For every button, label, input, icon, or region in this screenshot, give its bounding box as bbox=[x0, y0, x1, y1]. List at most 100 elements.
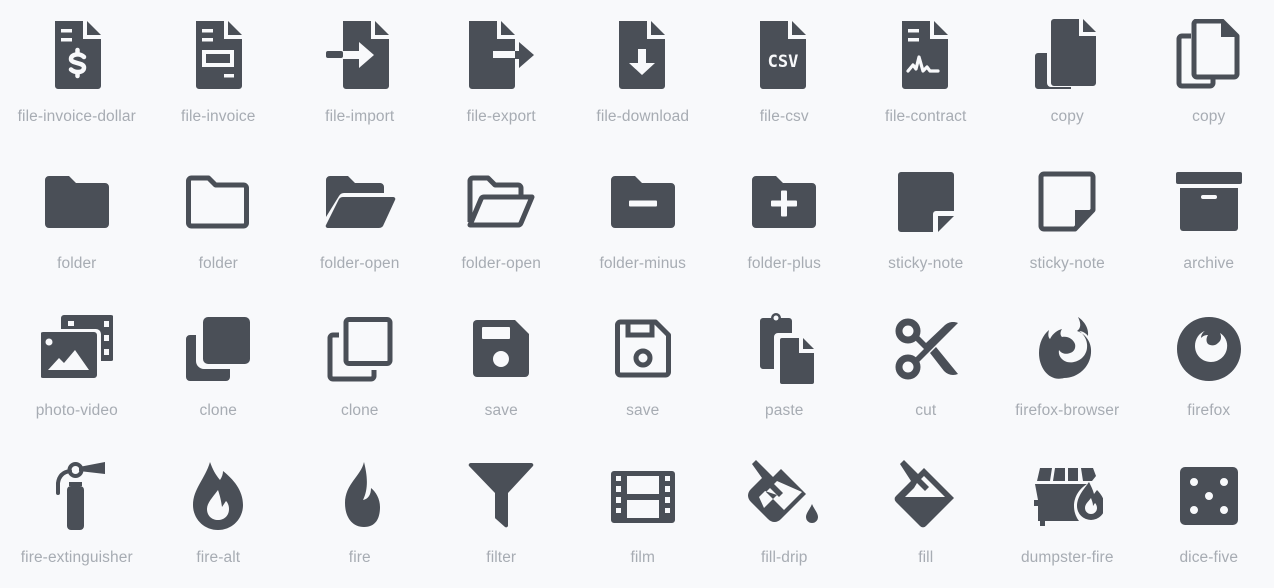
file-contract-icon bbox=[890, 19, 962, 91]
icon-label: save bbox=[484, 402, 518, 419]
icon-tile-file-csv[interactable]: CSV file-csv bbox=[714, 0, 856, 147]
icon-label: folder-open bbox=[319, 255, 400, 272]
icon-tile-fire[interactable]: fire bbox=[289, 441, 431, 588]
icon-tile-dice-five[interactable]: dice-five bbox=[1138, 441, 1274, 588]
folder-open-solid-icon bbox=[324, 166, 396, 238]
icon-tile-fill[interactable]: fill bbox=[855, 441, 997, 588]
icon-tile-firefox-browser[interactable]: firefox-browser bbox=[997, 294, 1139, 441]
icon-tile-folder-solid[interactable]: folder bbox=[6, 147, 148, 294]
icon-tile-file-invoice-dollar[interactable]: file-invoice-dollar bbox=[6, 0, 148, 147]
icon-label: fill bbox=[918, 549, 934, 566]
icon-tile-fill-drip[interactable]: fill-drip bbox=[714, 441, 856, 588]
icon-tile-film[interactable]: film bbox=[572, 441, 714, 588]
firefox-icon bbox=[1173, 313, 1245, 385]
icon-tile-cut[interactable]: cut bbox=[855, 294, 997, 441]
paste-icon bbox=[748, 313, 820, 385]
archive-icon bbox=[1173, 166, 1245, 238]
folder-outline-icon bbox=[182, 166, 254, 238]
icon-label: fill-drip bbox=[760, 549, 808, 566]
file-invoice-dollar-icon bbox=[41, 19, 113, 91]
dice-five-icon bbox=[1173, 460, 1245, 532]
icon-tile-file-contract[interactable]: file-contract bbox=[855, 0, 997, 147]
icon-tile-clone-outline[interactable]: clone bbox=[289, 294, 431, 441]
icon-tile-firefox[interactable]: firefox bbox=[1138, 294, 1274, 441]
icon-tile-filter[interactable]: filter bbox=[431, 441, 573, 588]
icon-label: film bbox=[630, 549, 655, 566]
icon-tile-file-download[interactable]: file-download bbox=[572, 0, 714, 147]
icon-tile-folder-plus[interactable]: folder-plus bbox=[714, 147, 856, 294]
firefox-browser-icon bbox=[1031, 313, 1103, 385]
cut-icon bbox=[890, 313, 962, 385]
icon-label: file-import bbox=[325, 108, 395, 125]
icon-tile-paste[interactable]: paste bbox=[714, 294, 856, 441]
clone-solid-icon bbox=[182, 313, 254, 385]
file-export-icon bbox=[465, 19, 537, 91]
copy-outline-icon bbox=[1173, 19, 1245, 91]
folder-plus-icon bbox=[748, 166, 820, 238]
icon-tile-copy-solid[interactable]: copy bbox=[997, 0, 1139, 147]
folder-solid-icon bbox=[41, 166, 113, 238]
file-invoice-icon bbox=[182, 19, 254, 91]
icon-label: file-csv bbox=[759, 108, 809, 125]
icon-tile-dumpster-fire[interactable]: dumpster-fire bbox=[997, 441, 1139, 588]
sticky-note-solid-icon bbox=[890, 166, 962, 238]
csv-glyph-text: CSV bbox=[768, 52, 799, 72]
icon-tile-archive[interactable]: archive bbox=[1138, 147, 1274, 294]
icon-tile-photo-video[interactable]: photo-video bbox=[6, 294, 148, 441]
icon-tile-folder-outline[interactable]: folder bbox=[148, 147, 290, 294]
icon-label: file-export bbox=[466, 108, 536, 125]
icon-tile-save-solid[interactable]: save bbox=[431, 294, 573, 441]
file-download-icon bbox=[607, 19, 679, 91]
icon-tile-file-invoice[interactable]: file-invoice bbox=[148, 0, 290, 147]
file-csv-icon: CSV bbox=[748, 19, 820, 91]
icon-label: fire-extinguisher bbox=[20, 549, 133, 566]
clone-outline-icon bbox=[324, 313, 396, 385]
icon-label: folder bbox=[57, 255, 97, 272]
fire-icon bbox=[324, 460, 396, 532]
film-icon bbox=[607, 460, 679, 532]
icon-grid: file-invoice-dollar file-invoice file-im… bbox=[6, 0, 1274, 588]
icon-tile-copy-outline[interactable]: copy bbox=[1138, 0, 1274, 147]
icon-tile-fire-alt[interactable]: fire-alt bbox=[148, 441, 290, 588]
icon-tile-sticky-note-outline[interactable]: sticky-note bbox=[997, 147, 1139, 294]
folder-open-outline-icon bbox=[465, 166, 537, 238]
icon-tile-folder-minus[interactable]: folder-minus bbox=[572, 147, 714, 294]
icon-tile-file-export[interactable]: file-export bbox=[431, 0, 573, 147]
icon-tile-folder-open-solid[interactable]: folder-open bbox=[289, 147, 431, 294]
icon-label: dumpster-fire bbox=[1020, 549, 1114, 566]
icon-label: folder bbox=[198, 255, 238, 272]
icon-tile-fire-extinguisher[interactable]: fire-extinguisher bbox=[6, 441, 148, 588]
icon-label: firefox-browser bbox=[1015, 402, 1120, 419]
icon-label: filter bbox=[486, 549, 517, 566]
sticky-note-outline-icon bbox=[1031, 166, 1103, 238]
icon-label: file-invoice-dollar bbox=[17, 108, 136, 125]
icon-tile-save-outline[interactable]: save bbox=[572, 294, 714, 441]
icon-label: fire bbox=[348, 549, 371, 566]
save-outline-icon bbox=[607, 313, 679, 385]
icon-label: file-contract bbox=[885, 108, 967, 125]
photo-video-icon bbox=[40, 313, 113, 385]
icon-label: photo-video bbox=[35, 402, 118, 419]
icon-label: clone bbox=[199, 402, 238, 419]
icon-label: firefox bbox=[1187, 402, 1231, 419]
icon-tile-folder-open-outline[interactable]: folder-open bbox=[431, 147, 573, 294]
fire-extinguisher-icon bbox=[41, 460, 113, 532]
fire-alt-icon bbox=[182, 460, 254, 532]
icon-label: file-download bbox=[596, 108, 690, 125]
icon-label: archive bbox=[1183, 255, 1235, 272]
icon-tile-file-import[interactable]: file-import bbox=[289, 0, 431, 147]
icon-label: paste bbox=[765, 402, 804, 419]
file-import-icon bbox=[324, 19, 396, 91]
icon-label: sticky-note bbox=[888, 255, 964, 272]
save-solid-icon bbox=[465, 313, 537, 385]
icon-tile-sticky-note-solid[interactable]: sticky-note bbox=[855, 147, 997, 294]
icon-label: sticky-note bbox=[1029, 255, 1105, 272]
folder-minus-icon bbox=[607, 166, 679, 238]
icon-tile-clone-solid[interactable]: clone bbox=[148, 294, 290, 441]
icon-label: folder-minus bbox=[599, 255, 686, 272]
icon-label: cut bbox=[915, 402, 937, 419]
dumpster-fire-icon bbox=[1031, 460, 1104, 532]
icon-label: folder-open bbox=[461, 255, 542, 272]
fill-drip-icon bbox=[748, 460, 820, 532]
icon-label: folder-plus bbox=[747, 255, 821, 272]
